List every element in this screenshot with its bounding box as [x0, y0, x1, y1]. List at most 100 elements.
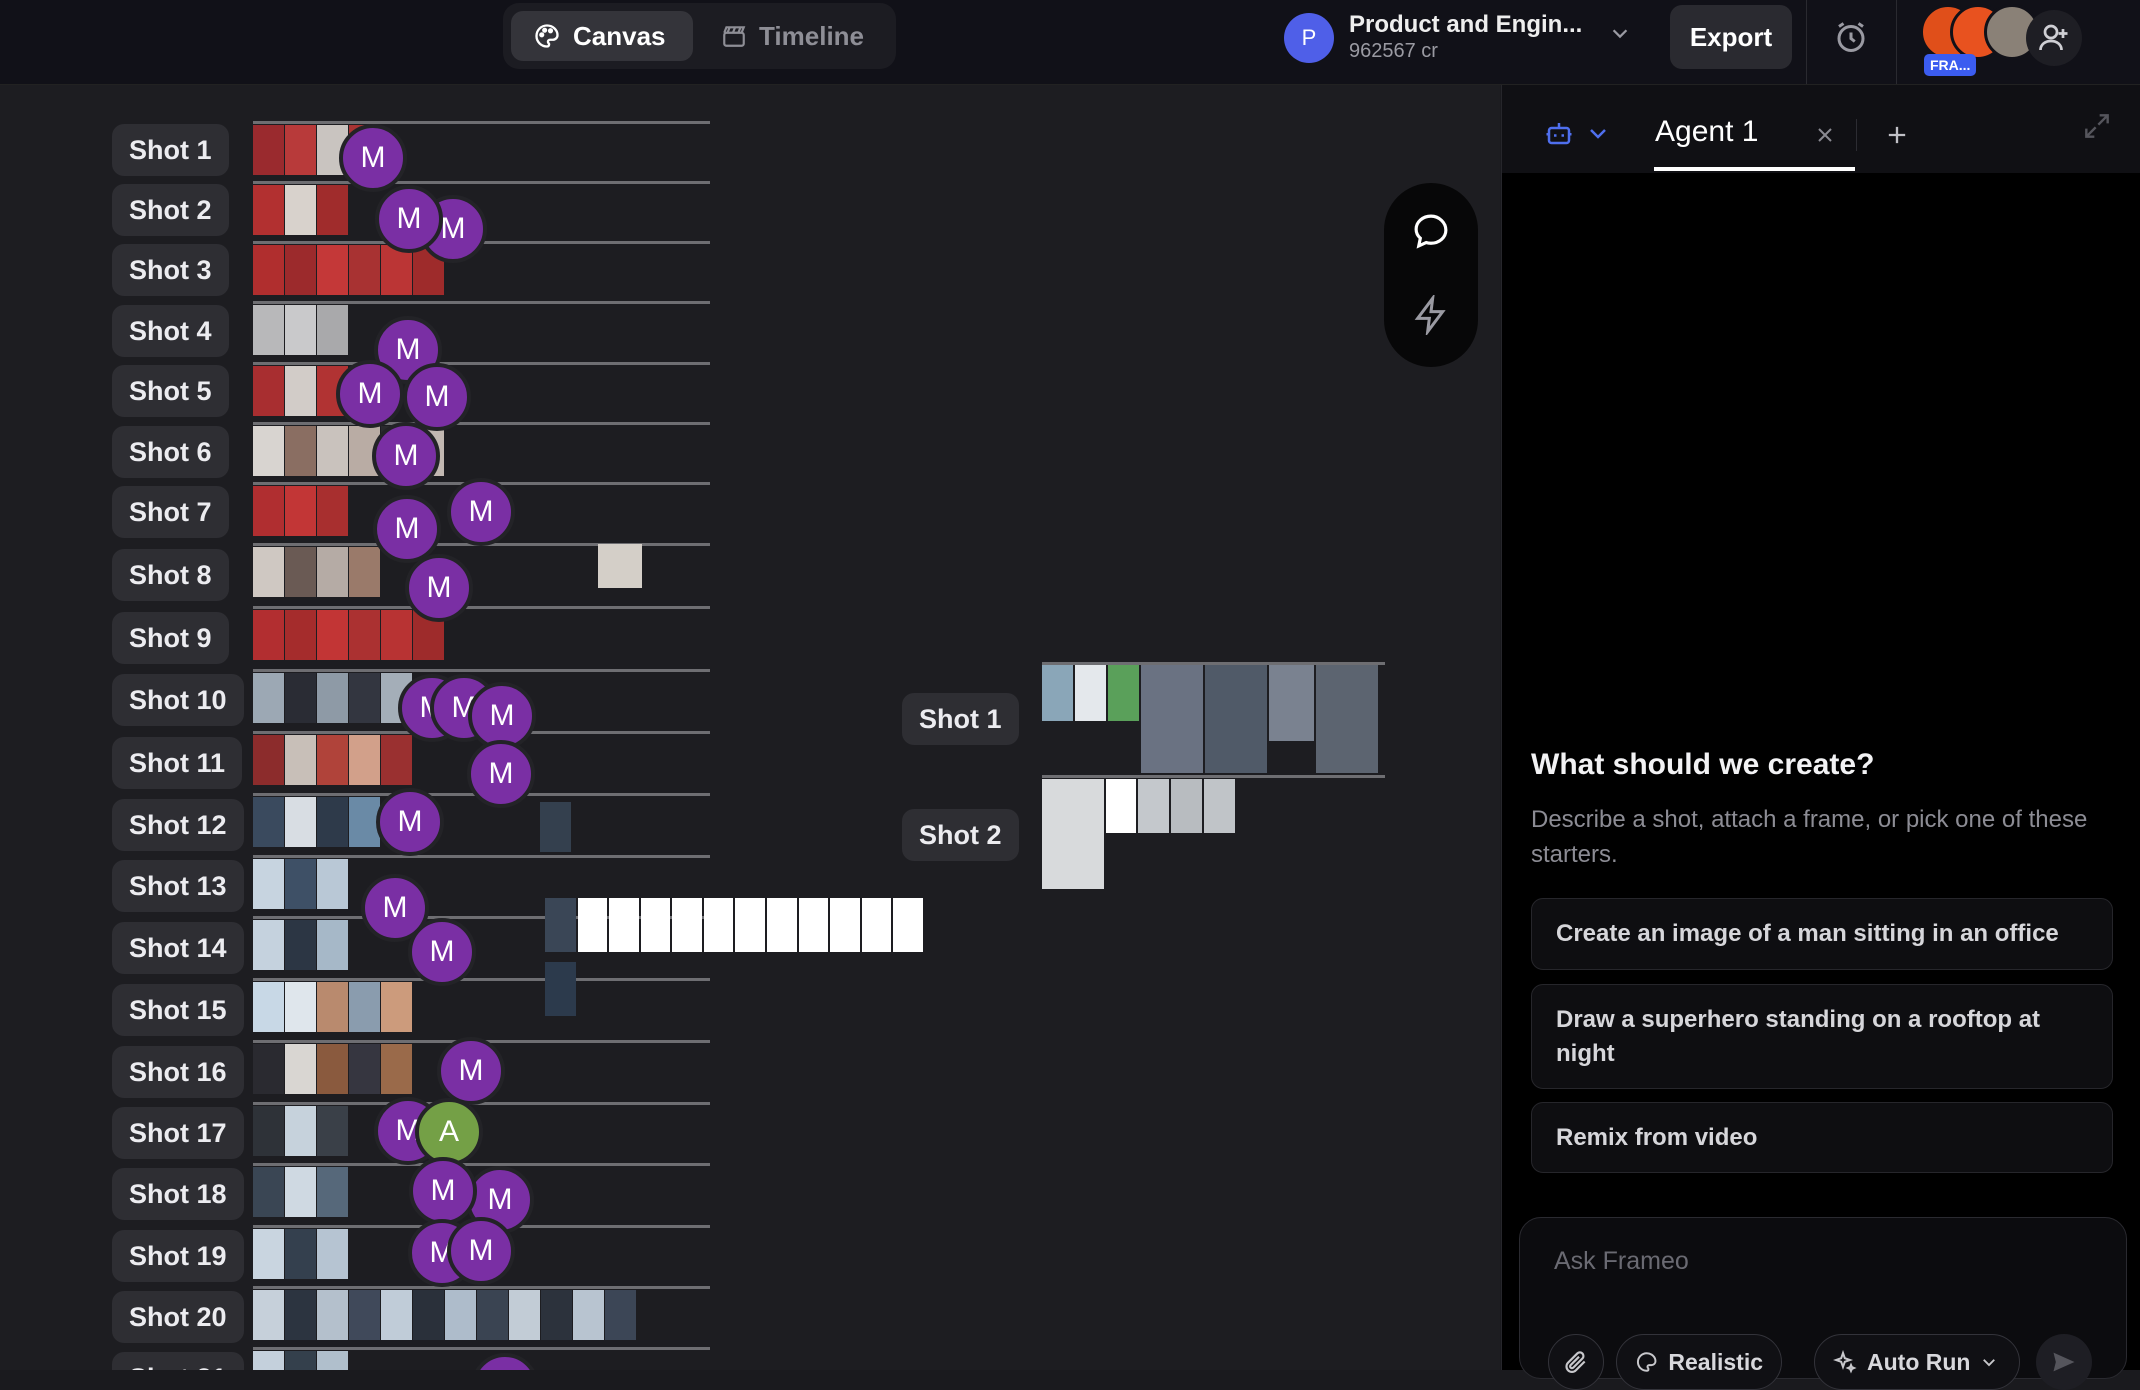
frame-thumbnail[interactable] — [285, 859, 316, 909]
run-mode-selector[interactable]: Auto Run — [1814, 1334, 2020, 1390]
frame-thumbnail[interactable] — [317, 1351, 348, 1370]
frame-thumbnail[interactable] — [640, 898, 671, 952]
shot-label[interactable]: Shot 9 — [112, 612, 229, 664]
frame-thumbnail[interactable] — [285, 547, 316, 597]
frame-strip[interactable] — [253, 185, 348, 235]
frame-strip[interactable] — [253, 366, 348, 416]
frame-thumbnail[interactable] — [253, 486, 284, 536]
shot-label[interactable]: Shot 10 — [112, 674, 244, 726]
shot-label[interactable]: Shot 21 — [112, 1352, 244, 1370]
frame-thumbnail[interactable] — [381, 610, 412, 660]
frame-thumbnail[interactable] — [349, 245, 380, 295]
starter-prompt[interactable]: Draw a superhero standing on a rooftop a… — [1531, 984, 2113, 1089]
expand-icon[interactable] — [2081, 110, 2113, 142]
frame-strip[interactable] — [253, 1229, 348, 1279]
frame-thumbnail[interactable] — [317, 1044, 348, 1094]
frame-strip[interactable] — [1042, 665, 1382, 773]
frame-thumbnail[interactable] — [1269, 665, 1314, 741]
project-avatar[interactable]: P — [1284, 13, 1334, 63]
frame-thumbnail[interactable] — [349, 673, 380, 723]
shot-label[interactable]: Shot 11 — [112, 737, 243, 789]
shot-label[interactable]: Shot 2 — [112, 184, 229, 236]
frame-strip[interactable] — [253, 735, 412, 785]
frame-thumbnail[interactable] — [317, 1167, 348, 1217]
frame-thumbnail[interactable] — [349, 982, 380, 1032]
frame-thumbnail[interactable] — [317, 426, 348, 476]
frame-thumbnail[interactable] — [253, 547, 284, 597]
frame-thumbnail[interactable] — [349, 1290, 380, 1340]
frame-thumbnail[interactable] — [317, 735, 348, 785]
frame-thumbnail[interactable] — [253, 245, 284, 295]
shot-label[interactable]: Shot 2 — [902, 809, 1019, 861]
frame-strip[interactable] — [253, 305, 348, 355]
frame-thumbnail[interactable] — [285, 245, 316, 295]
frame-thumbnail[interactable] — [285, 305, 316, 355]
frame-thumbnail[interactable] — [285, 1229, 316, 1279]
frame-strip[interactable] — [253, 1167, 348, 1217]
frame-thumbnail[interactable] — [1204, 779, 1235, 833]
frame-thumbnail[interactable] — [253, 1351, 284, 1370]
tab-canvas[interactable]: Canvas — [511, 11, 693, 61]
comment-icon[interactable] — [1407, 207, 1455, 255]
frame-thumbnail[interactable] — [253, 673, 284, 723]
frame-thumbnail[interactable] — [285, 920, 316, 970]
frame-thumbnail[interactable] — [798, 898, 829, 952]
frame-thumbnail[interactable] — [253, 1290, 284, 1340]
frame-thumbnail[interactable] — [317, 245, 348, 295]
frame-thumbnail[interactable] — [893, 898, 923, 952]
frame-thumbnail[interactable] — [605, 1290, 636, 1340]
frame-strip[interactable] — [253, 920, 348, 970]
frame-thumbnail[interactable] — [285, 366, 316, 416]
shot-label[interactable]: Shot 1 — [902, 693, 1019, 745]
frame-strip[interactable] — [253, 673, 412, 723]
frame-thumbnail[interactable] — [317, 920, 348, 970]
frame-thumbnail[interactable] — [253, 1167, 284, 1217]
project-name[interactable]: Product and Engin... — [1349, 11, 1582, 39]
chevron-down-icon[interactable] — [1586, 121, 1610, 145]
frame-thumbnail[interactable] — [545, 898, 576, 952]
frame-thumbnail[interactable] — [253, 1229, 284, 1279]
shot-label[interactable]: Shot 6 — [112, 426, 229, 478]
frame-thumbnail[interactable] — [1141, 665, 1203, 773]
frame-thumbnail[interactable] — [349, 735, 380, 785]
add-user-button[interactable] — [2026, 10, 2082, 66]
starter-prompt[interactable]: Create an image of a man sitting in an o… — [1531, 898, 2113, 970]
tab-agent-1[interactable]: Agent 1 — [1655, 115, 1758, 149]
frame-thumbnail[interactable] — [317, 1229, 348, 1279]
plus-icon[interactable] — [1883, 121, 1911, 149]
frame-thumbnail[interactable] — [253, 859, 284, 909]
shot-label[interactable]: Shot 15 — [112, 984, 244, 1036]
frame-thumbnail[interactable] — [317, 486, 348, 536]
frame-thumbnail[interactable] — [1171, 779, 1202, 833]
frame-thumbnail[interactable] — [1316, 665, 1378, 773]
canvas-area[interactable]: Shot 1 Shot 2 Shot 3 Shot 4 Shot 5 Shot … — [0, 85, 1500, 1370]
shot-label[interactable]: Shot 5 — [112, 365, 229, 417]
frame-thumbnail[interactable] — [253, 1044, 284, 1094]
frame-thumbnail[interactable] — [381, 1044, 412, 1094]
starter-prompt[interactable]: Remix from video — [1531, 1102, 2113, 1173]
frame-thumbnail[interactable] — [540, 802, 571, 852]
frame-thumbnail[interactable] — [285, 673, 316, 723]
frame-thumbnail[interactable] — [285, 610, 316, 660]
frame-thumbnail[interactable] — [285, 1351, 316, 1370]
frame-thumbnail[interactable] — [861, 898, 892, 952]
frame-thumbnail[interactable] — [253, 610, 284, 660]
frame-strip[interactable] — [253, 486, 348, 536]
frame-thumbnail[interactable] — [767, 898, 797, 952]
send-button[interactable] — [2036, 1334, 2092, 1390]
shot-label[interactable]: Shot 19 — [112, 1230, 244, 1282]
shot-label[interactable]: Shot 4 — [112, 305, 229, 357]
frame-thumbnail[interactable] — [253, 366, 284, 416]
close-icon[interactable] — [1813, 123, 1837, 147]
shot-label[interactable]: Shot 8 — [112, 549, 229, 601]
frame-thumbnail[interactable] — [285, 735, 316, 785]
frame-strip[interactable] — [253, 1351, 348, 1370]
frame-strip[interactable] — [253, 1044, 412, 1094]
frame-thumbnail[interactable] — [253, 426, 284, 476]
frame-thumbnail[interactable] — [1042, 665, 1073, 721]
frame-thumbnail[interactable] — [317, 1106, 348, 1156]
shot-label[interactable]: Shot 16 — [112, 1046, 244, 1098]
frame-thumbnail[interactable] — [253, 125, 284, 175]
frame-thumbnail[interactable] — [381, 735, 412, 785]
shot-label[interactable]: Shot 7 — [112, 486, 229, 538]
